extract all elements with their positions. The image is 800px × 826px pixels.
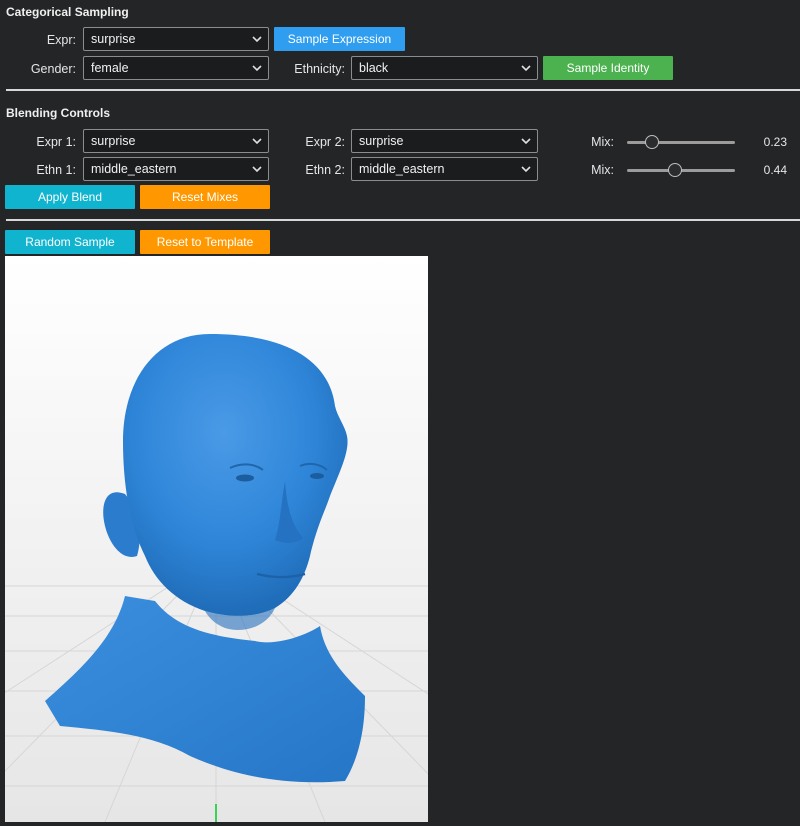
- neck-shoulders: [45, 596, 365, 783]
- blending-controls-title: Blending Controls: [6, 106, 110, 120]
- chevron-down-icon: [521, 65, 531, 72]
- mix1-slider[interactable]: [627, 135, 735, 149]
- chevron-down-icon: [521, 166, 531, 173]
- expr2-select[interactable]: surprise: [351, 129, 538, 153]
- random-sample-button[interactable]: Random Sample: [5, 230, 135, 254]
- expr2-select-value: surprise: [359, 134, 404, 148]
- chevron-down-icon: [252, 36, 262, 43]
- reset-mixes-button[interactable]: Reset Mixes: [140, 185, 270, 209]
- mix1-value: 0.23: [763, 135, 787, 149]
- sample-identity-button[interactable]: Sample Identity: [543, 56, 673, 80]
- expr-label: Expr:: [46, 33, 76, 47]
- sample-expression-button[interactable]: Sample Expression: [274, 27, 405, 51]
- expr1-label: Expr 1:: [36, 135, 76, 149]
- expr2-label: Expr 2:: [305, 135, 345, 149]
- categorical-sampling-title: Categorical Sampling: [6, 5, 129, 19]
- eye-left: [310, 473, 324, 479]
- mix2-label: Mix:: [591, 163, 614, 177]
- ethn2-select-value: middle_eastern: [359, 162, 445, 176]
- gender-label: Gender:: [30, 62, 76, 76]
- head-mesh[interactable]: [45, 334, 365, 783]
- chevron-down-icon: [521, 138, 531, 145]
- mix1-slider-thumb[interactable]: [644, 135, 659, 149]
- ethn1-label: Ethn 1:: [36, 163, 76, 177]
- expr-select[interactable]: surprise: [83, 27, 269, 51]
- chevron-down-icon: [252, 166, 262, 173]
- viewport-canvas[interactable]: [5, 256, 428, 822]
- mix1-slider-track: [627, 141, 735, 144]
- expr1-select-value: surprise: [91, 134, 136, 148]
- ethnicity-select[interactable]: black: [351, 56, 538, 80]
- 3d-viewport[interactable]: [5, 256, 428, 822]
- ethn1-select[interactable]: middle_eastern: [83, 157, 269, 181]
- expr-select-value: surprise: [91, 32, 136, 46]
- ethn1-select-value: middle_eastern: [91, 162, 177, 176]
- gender-select-value: female: [91, 61, 129, 75]
- apply-blend-button[interactable]: Apply Blend: [5, 185, 135, 209]
- section-divider: [6, 219, 800, 221]
- expr1-select[interactable]: surprise: [83, 129, 269, 153]
- ethn2-select[interactable]: middle_eastern: [351, 157, 538, 181]
- eye-right: [236, 474, 254, 482]
- gender-select[interactable]: female: [83, 56, 269, 80]
- reset-to-template-button[interactable]: Reset to Template: [140, 230, 270, 254]
- ethnicity-select-value: black: [359, 61, 389, 75]
- mix2-slider-thumb[interactable]: [667, 163, 682, 177]
- ethnicity-label: Ethnicity:: [294, 62, 345, 76]
- chevron-down-icon: [252, 65, 262, 72]
- mix2-value: 0.44: [763, 163, 787, 177]
- section-divider: [6, 89, 800, 91]
- chevron-down-icon: [252, 138, 262, 145]
- mix2-slider[interactable]: [627, 163, 735, 177]
- mix1-label: Mix:: [591, 135, 614, 149]
- ethn2-label: Ethn 2:: [305, 163, 345, 177]
